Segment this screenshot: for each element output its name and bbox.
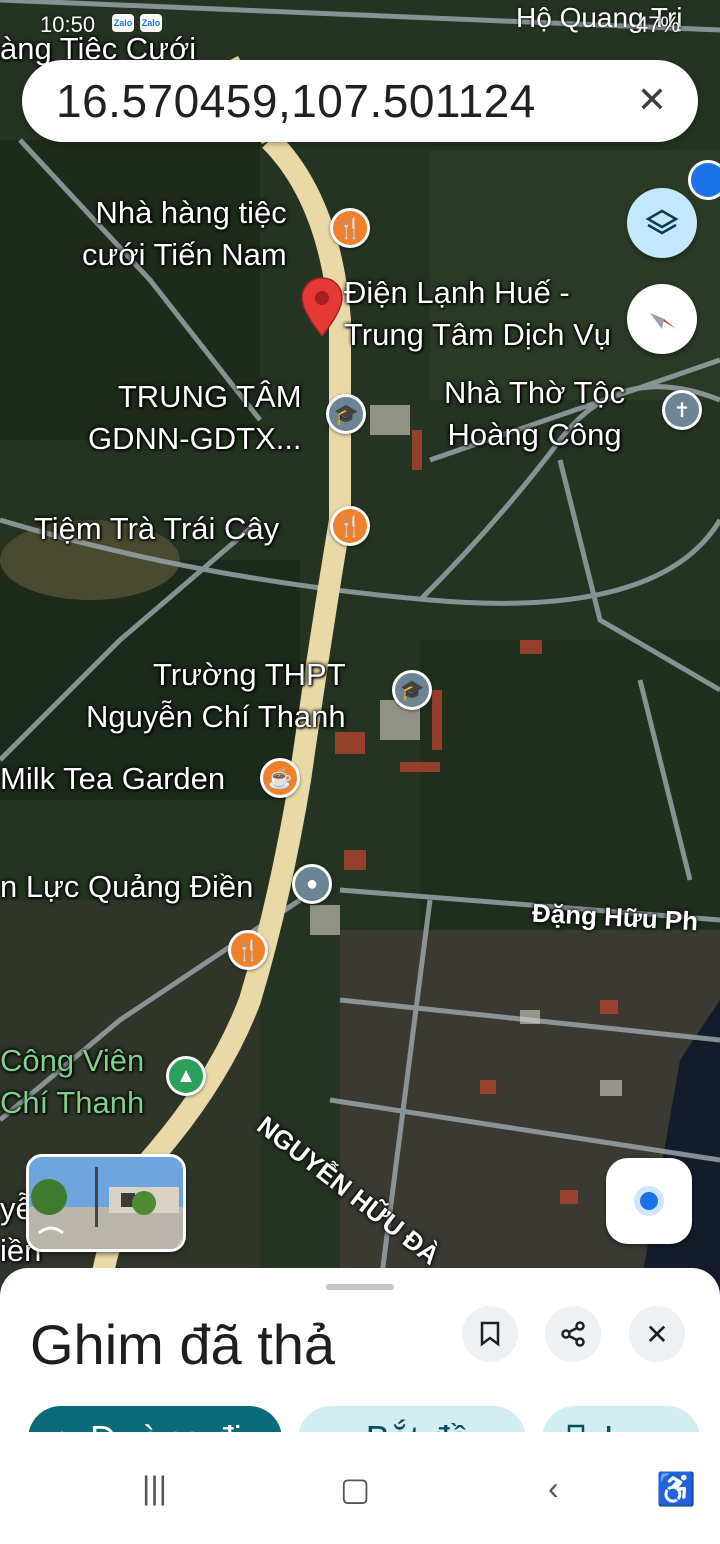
compass-icon	[650, 313, 676, 329]
dropped-pin-icon[interactable]	[300, 276, 344, 340]
back-button[interactable]: ‹	[548, 1470, 559, 1507]
recent-apps-button[interactable]: |||	[142, 1470, 167, 1507]
street-view-thumbnail[interactable]	[26, 1154, 186, 1252]
close-icon: ✕	[645, 1318, 669, 1350]
share-icon	[561, 1321, 585, 1347]
street-view-image	[29, 1157, 183, 1249]
clear-search-button[interactable]: ✕	[630, 78, 674, 122]
map-label-tiem-tra[interactable]: Tiệm Trà Trái Cây	[34, 508, 279, 550]
save-icon-button[interactable]	[462, 1306, 518, 1362]
close-sheet-button[interactable]: ✕	[629, 1306, 685, 1362]
compass-button[interactable]	[627, 284, 697, 354]
map-label-cong-vien[interactable]: Công Viên Chí Thanh	[0, 1040, 144, 1124]
map-label-truong-thpt[interactable]: Trường THPT Nguyễn Chí Thanh	[86, 654, 346, 738]
my-location-button[interactable]	[606, 1158, 692, 1244]
search-query[interactable]: 16.570459,107.501124	[56, 74, 536, 128]
map-label-milk-tea[interactable]: Milk Tea Garden	[0, 758, 225, 800]
school-icon[interactable]: 🎓	[392, 670, 432, 710]
place-icon[interactable]: ●	[292, 864, 332, 904]
restaurant-icon[interactable]: 🍴	[330, 208, 370, 248]
sheet-title: Ghim đã thả	[30, 1313, 336, 1376]
accessibility-icon[interactable]: ♿	[656, 1470, 696, 1508]
system-navigation-bar: ||| ▢ ‹ ♿	[0, 1432, 720, 1544]
bookmark-icon	[480, 1321, 500, 1347]
share-button[interactable]	[545, 1306, 601, 1362]
home-button[interactable]: ▢	[340, 1470, 370, 1508]
church-icon[interactable]: ✝	[662, 390, 702, 430]
map-label-dien-lanh[interactable]: Điện Lạnh Huế - Trung Tâm Dịch Vụ	[344, 272, 611, 356]
layers-icon	[645, 209, 679, 235]
search-bar[interactable]: 16.570459,107.501124 ✕	[22, 60, 698, 142]
map-label-trung-tam[interactable]: TRUNG TÂM GDNN-GDTX...	[88, 376, 302, 460]
map-label-nha-tho[interactable]: Nhà Thờ Tộc Hoàng Công	[444, 372, 625, 456]
map-label-dien-luc[interactable]: n Lực Quảng Điền	[0, 866, 253, 908]
map-view[interactable]: 10:50 Zalo Zalo Hộ Quang Trị 47% àng Tiệ…	[0, 0, 720, 1290]
park-icon[interactable]: ▲	[166, 1056, 206, 1096]
parking-icon[interactable]	[688, 160, 720, 200]
location-dot-icon	[640, 1192, 658, 1210]
drag-handle[interactable]	[326, 1284, 394, 1290]
school-icon[interactable]: 🎓	[326, 394, 366, 434]
restaurant-icon[interactable]: 🍴	[228, 930, 268, 970]
battery-level: 47%	[635, 12, 680, 37]
layers-button[interactable]	[627, 188, 697, 258]
map-label-restaurant[interactable]: Nhà hàng tiệc cưới Tiến Nam	[82, 192, 287, 276]
restaurant-icon[interactable]: 🍴	[330, 506, 370, 546]
cafe-icon[interactable]: ☕	[260, 758, 300, 798]
place-sheet[interactable]: Ghim đã thả ✕ ◆ Đường đi ▲ Bắt đầu Lưu	[0, 1268, 720, 1472]
